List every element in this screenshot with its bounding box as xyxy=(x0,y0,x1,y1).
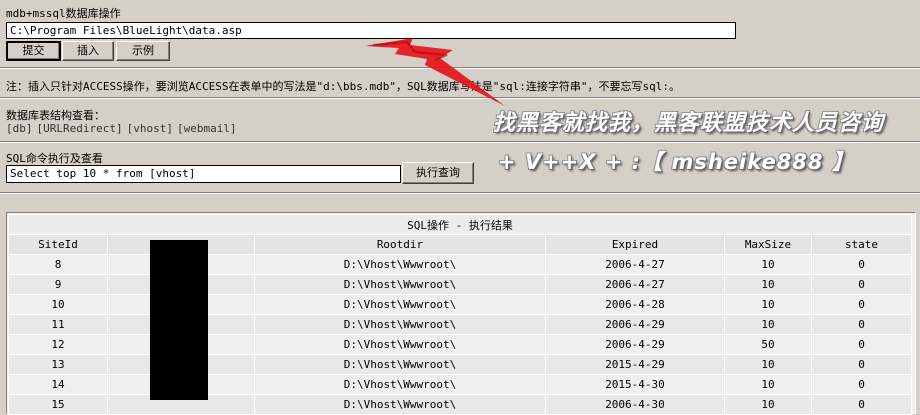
table-cell: 0 xyxy=(811,374,912,395)
table-row: 15 D:\Vhost\Wwwroot\ 2006-4-30 10 0 xyxy=(8,394,912,415)
note-text: 注：插入只针对ACCESS操作，要浏览ACCESS在表单中的写法是"d:\bbs… xyxy=(6,80,681,93)
table-cell: 0 xyxy=(811,294,912,315)
red-arrow-annotation xyxy=(365,38,505,106)
page-title: mdb+mssql数据库操作 xyxy=(6,7,121,20)
table-cell: 10 xyxy=(724,374,812,395)
column-header: state xyxy=(811,234,912,255)
table-cell: 0 xyxy=(811,254,912,275)
table-cell: 10 xyxy=(8,294,108,315)
table-cell: 50 xyxy=(724,334,812,355)
submit-button[interactable]: 提交 xyxy=(6,41,61,61)
sql-query-input[interactable]: Select top 10 * from [vhost] xyxy=(6,165,401,183)
sql-title: SQL命令执行及查看 xyxy=(6,152,103,165)
table-cell: 2006-4-30 xyxy=(545,394,725,415)
table-cell: 14 xyxy=(8,374,108,395)
divider xyxy=(0,141,920,143)
table-row: 14 D:\Vhost\Wwwroot\ 2015-4-30 10 0 xyxy=(8,374,912,395)
table-cell: 2006-4-29 xyxy=(545,314,725,335)
table-link-webmail[interactable]: [webmail] xyxy=(177,122,237,135)
column-header: SiteId xyxy=(8,234,108,255)
table-cell: D:\Vhost\Wwwroot\ xyxy=(254,314,546,335)
results-caption: SQL操作 - 执行结果 xyxy=(8,214,912,235)
table-cell: D:\Vhost\Wwwroot\ xyxy=(254,334,546,355)
insert-button[interactable]: 插入 xyxy=(62,41,114,61)
table-cell: 2015-4-30 xyxy=(545,374,725,395)
table-cell: 15 xyxy=(8,394,108,415)
table-cell: 13 xyxy=(8,354,108,375)
table-row: 9 D:\Vhost\Wwwroot\ 2006-4-27 10 0 xyxy=(8,274,912,295)
table-cell: 0 xyxy=(811,314,912,335)
table-cell: D:\Vhost\Wwwroot\ xyxy=(254,254,546,275)
table-link-db[interactable]: [db] xyxy=(6,122,33,135)
table-cell: 8 xyxy=(8,254,108,275)
table-cell: 10 xyxy=(724,254,812,275)
table-cell: 2015-4-29 xyxy=(545,354,725,375)
table-cell: D:\Vhost\Wwwroot\ xyxy=(254,294,546,315)
table-cell: 10 xyxy=(724,354,812,375)
table-row: 11 D:\Vhost\Wwwroot\ 2006-4-29 10 0 xyxy=(8,314,912,335)
table-cell: 2006-4-27 xyxy=(545,274,725,295)
results-table: SQL操作 - 执行结果 SiteId Rootdir Expired MaxS… xyxy=(8,214,912,415)
table-cell: 2006-4-27 xyxy=(545,254,725,275)
table-row: 13 D:\Vhost\Wwwroot\ 2015-4-29 10 0 xyxy=(8,354,912,375)
execute-query-button[interactable]: 执行查询 xyxy=(402,162,474,184)
table-cell: 0 xyxy=(811,354,912,375)
table-cell: 12 xyxy=(8,334,108,355)
column-header: Expired xyxy=(545,234,725,255)
table-link-urlredirect[interactable]: [URLRedirect] xyxy=(37,122,123,135)
table-row: 8 D:\Vhost\Wwwroot\ 2006-4-27 10 0 xyxy=(8,254,912,275)
column-header: MaxSize xyxy=(724,234,812,255)
ad-overlay-line1: 找黑客就找我，黑客联盟技术人员咨询 xyxy=(493,111,885,136)
table-cell: 9 xyxy=(8,274,108,295)
structure-title: 数据库表结构查看： xyxy=(6,109,105,122)
table-cell: D:\Vhost\Wwwroot\ xyxy=(254,354,546,375)
table-cell: 2006-4-28 xyxy=(545,294,725,315)
ad-overlay-line2: + V++X + :【 msheike888 】 xyxy=(498,150,854,174)
table-cell: 0 xyxy=(811,394,912,415)
table-cell: 10 xyxy=(724,274,812,295)
table-row: 12 D:\Vhost\Wwwroot\ 2006-4-29 50 0 xyxy=(8,334,912,355)
table-links: [db] [URLRedirect] [vhost] [webmail] xyxy=(6,122,241,135)
column-header: Rootdir xyxy=(254,234,546,255)
table-cell: D:\Vhost\Wwwroot\ xyxy=(254,274,546,295)
table-cell: 10 xyxy=(724,314,812,335)
table-link-vhost[interactable]: [vhost] xyxy=(127,122,173,135)
table-cell: 11 xyxy=(8,314,108,335)
table-cell: 0 xyxy=(811,334,912,355)
table-cell: 10 xyxy=(724,294,812,315)
table-cell: D:\Vhost\Wwwroot\ xyxy=(254,394,546,415)
table-row: 10 D:\Vhost\Wwwroot\ 2006-4-28 10 0 xyxy=(8,294,912,315)
table-cell: 0 xyxy=(811,274,912,295)
table-cell: 2006-4-29 xyxy=(545,334,725,355)
table-cell: 10 xyxy=(724,394,812,415)
example-button[interactable]: 示例 xyxy=(116,41,170,61)
table-cell: D:\Vhost\Wwwroot\ xyxy=(254,374,546,395)
redaction-block xyxy=(150,240,208,400)
divider xyxy=(0,192,920,194)
